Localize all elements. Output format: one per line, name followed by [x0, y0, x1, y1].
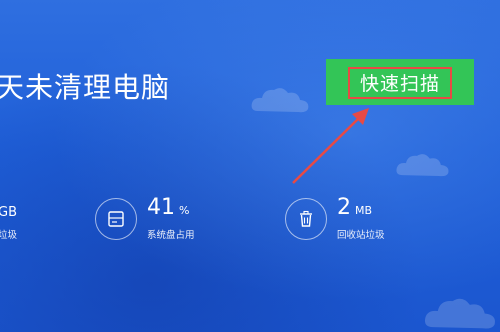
recycle-bin-unit: MB	[355, 204, 373, 217]
system-disk-stat: 41% 系统盘占用	[95, 196, 195, 241]
recycle-bin-value: 2	[337, 195, 351, 220]
system-disk-unit: %	[179, 204, 190, 217]
recycle-bin-icon	[285, 197, 327, 240]
system-disk-value: 41	[147, 195, 175, 220]
annotation-arrow	[292, 108, 369, 184]
system-disk-caption: 系统盘占用	[147, 230, 195, 241]
disk-icon	[95, 197, 137, 240]
junk-caption: 垃圾	[0, 230, 18, 241]
junk-size-value: GB	[0, 205, 17, 220]
recycle-bin-caption: 回收站垃圾	[337, 230, 385, 241]
recycle-bin-stat: 2 MB 回收站垃圾	[285, 196, 385, 241]
